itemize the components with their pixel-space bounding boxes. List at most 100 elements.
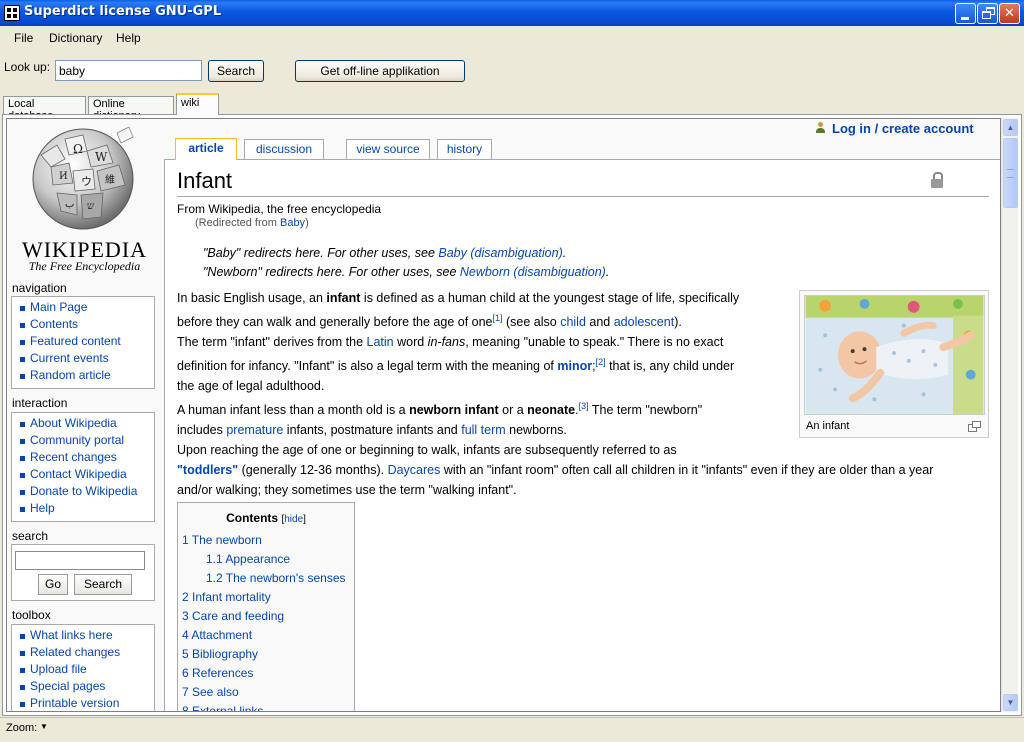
toc-item[interactable]: 1.2 The newborn's senses bbox=[206, 571, 346, 585]
disambiguation-link[interactable]: Baby (disambiguation) bbox=[438, 246, 562, 260]
wikipedia-globe-logo[interactable]: Ω W И ウ 維 ب ש bbox=[21, 123, 146, 231]
minimize-icon bbox=[961, 17, 969, 20]
toc-title: Contents [hide] bbox=[226, 511, 306, 525]
tab-view-source[interactable]: view source bbox=[346, 139, 430, 159]
wiki-go-button[interactable]: Go bbox=[38, 574, 68, 595]
nav-contents[interactable]: Contents bbox=[16, 317, 154, 334]
scroll-down-icon[interactable]: ▼ bbox=[1003, 694, 1018, 711]
tool-upload-file[interactable]: Upload file bbox=[16, 662, 154, 679]
text: In basic English usage, an bbox=[177, 291, 327, 305]
tool-special-pages[interactable]: Special pages bbox=[16, 679, 154, 696]
reference-2[interactable]: [2] bbox=[596, 357, 606, 367]
child-link[interactable]: child bbox=[560, 315, 586, 329]
tab-article[interactable]: article bbox=[175, 138, 237, 160]
text: newborns. bbox=[505, 423, 567, 438]
adolescent-link[interactable]: adolescent bbox=[614, 315, 674, 329]
zoom-label: Zoom: bbox=[6, 722, 38, 734]
zoom-dropdown-icon[interactable]: ▼ bbox=[40, 722, 48, 731]
tool-printable-version[interactable]: Printable version bbox=[16, 696, 154, 711]
daycares-link[interactable]: Daycares bbox=[388, 463, 441, 477]
vertical-scrollbar[interactable]: ▲ ▼ bbox=[1001, 118, 1018, 712]
interaction-portlet: About Wikipedia Community portal Recent … bbox=[11, 412, 155, 522]
toc-item[interactable]: 1.1 Appearance bbox=[206, 552, 290, 566]
nav-community-portal[interactable]: Community portal bbox=[16, 433, 154, 450]
svg-text:И: И bbox=[59, 171, 68, 182]
toc-item[interactable]: 2 Infant mortality bbox=[182, 590, 271, 604]
close-button[interactable]: ✕ bbox=[999, 3, 1020, 24]
wiki-search-input[interactable] bbox=[15, 551, 145, 570]
lookup-input[interactable] bbox=[55, 60, 202, 81]
maximize-button[interactable] bbox=[977, 3, 998, 24]
menu-help[interactable]: Help bbox=[116, 31, 141, 45]
reference-3[interactable]: [3] bbox=[579, 401, 589, 411]
nav-help[interactable]: Help bbox=[16, 501, 154, 518]
tab-discussion[interactable]: discussion bbox=[244, 139, 324, 159]
text: before they can walk and generally befor… bbox=[177, 315, 493, 330]
window-title: Superdict license GNU-GPL bbox=[24, 4, 222, 19]
nav-random-article[interactable]: Random article bbox=[16, 368, 154, 385]
svg-text:W: W bbox=[95, 150, 108, 164]
latin-link[interactable]: Latin bbox=[367, 335, 394, 349]
hatnote-text: "Newborn" redirects here. For other uses… bbox=[203, 265, 460, 279]
enlarge-icon[interactable] bbox=[968, 421, 981, 432]
get-offline-button[interactable]: Get off-line applikation bbox=[295, 60, 465, 82]
tool-related-changes[interactable]: Related changes bbox=[16, 645, 154, 662]
toc-item[interactable]: 6 References bbox=[182, 666, 253, 680]
navigation-heading: navigation bbox=[12, 281, 67, 295]
toddlers-link[interactable]: "toddlers" bbox=[177, 463, 238, 477]
toc-item[interactable]: 3 Care and feeding bbox=[182, 609, 284, 623]
svg-text:ウ: ウ bbox=[81, 175, 92, 188]
toc-hide-link[interactable]: hide bbox=[284, 514, 303, 525]
nav-main-page[interactable]: Main Page bbox=[16, 300, 154, 317]
infant-thumbnail: An infant bbox=[799, 290, 989, 438]
page-title: Infant bbox=[177, 168, 233, 193]
tool-what-links-here[interactable]: What links here bbox=[16, 628, 154, 645]
disambiguation-link[interactable]: Newborn (disambiguation) bbox=[460, 265, 606, 279]
infant-photo[interactable] bbox=[804, 295, 985, 415]
scroll-thumb[interactable] bbox=[1003, 138, 1018, 208]
redirect-link[interactable]: Baby bbox=[280, 217, 305, 229]
toc-item[interactable]: 1 The newborn bbox=[182, 533, 262, 547]
wiki-search-button[interactable]: Search bbox=[74, 574, 132, 595]
title-bar[interactable]: Superdict license GNU-GPL ✕ bbox=[0, 0, 1024, 26]
menu-file[interactable]: File bbox=[14, 31, 33, 45]
toc-item[interactable]: 4 Attachment bbox=[182, 628, 252, 642]
text: A human infant less than a month old is … bbox=[177, 403, 410, 418]
nav-featured-content[interactable]: Featured content bbox=[16, 334, 154, 351]
svg-text:Ω: Ω bbox=[73, 142, 83, 156]
login-link[interactable]: Log in / create account bbox=[815, 121, 974, 136]
app-icon[interactable] bbox=[4, 5, 20, 21]
minimize-button[interactable] bbox=[955, 3, 976, 24]
paragraph-4: Upon reaching the age of one or beginnin… bbox=[177, 440, 997, 500]
nav-contact-wikipedia[interactable]: Contact Wikipedia bbox=[16, 467, 154, 484]
tab-history[interactable]: history bbox=[437, 139, 492, 159]
nav-about-wikipedia[interactable]: About Wikipedia bbox=[16, 416, 154, 433]
wiki-viewport[interactable]: Ω W И ウ 維 ب ש WIKIPEDIA The Free Encyclo… bbox=[6, 118, 1001, 712]
lookup-label: Look up: bbox=[4, 60, 51, 74]
menu-bar: File Dictionary Help bbox=[0, 26, 1024, 48]
hatnote-newborn: "Newborn" redirects here. For other uses… bbox=[203, 265, 610, 279]
minor-link[interactable]: minor bbox=[557, 359, 592, 373]
nav-recent-changes[interactable]: Recent changes bbox=[16, 450, 154, 467]
status-bar: Zoom: ▼ bbox=[0, 717, 1024, 742]
full-term-link[interactable]: full term bbox=[461, 423, 505, 437]
tab-online-dictionary[interactable]: Online dictionary bbox=[88, 96, 174, 122]
nav-current-events[interactable]: Current events bbox=[16, 351, 154, 368]
svg-text:維: 維 bbox=[105, 173, 115, 186]
tab-wiki[interactable]: wiki bbox=[176, 93, 219, 115]
toc-item[interactable]: 7 See also bbox=[182, 685, 239, 699]
search-button[interactable]: Search bbox=[208, 60, 264, 82]
text: , meaning "unable to speak." There is no… bbox=[465, 335, 724, 349]
restore-icon-front bbox=[982, 11, 991, 19]
navigation-portlet: Main Page Contents Featured content Curr… bbox=[11, 296, 155, 389]
scroll-up-icon[interactable]: ▲ bbox=[1003, 119, 1018, 136]
toc-item[interactable]: 5 Bibliography bbox=[182, 647, 258, 661]
toc-item[interactable]: 8 External links bbox=[182, 704, 263, 711]
premature-link[interactable]: premature bbox=[226, 423, 283, 437]
nav-donate[interactable]: Donate to Wikipedia bbox=[16, 484, 154, 501]
toolbox-portlet: What links here Related changes Upload f… bbox=[11, 624, 155, 711]
tab-local-database[interactable]: Local database bbox=[3, 96, 86, 122]
menu-dictionary[interactable]: Dictionary bbox=[49, 31, 102, 45]
paragraph-2: The term "infant" derives from the Latin… bbox=[177, 335, 735, 394]
reference-1[interactable]: [1] bbox=[493, 313, 503, 323]
